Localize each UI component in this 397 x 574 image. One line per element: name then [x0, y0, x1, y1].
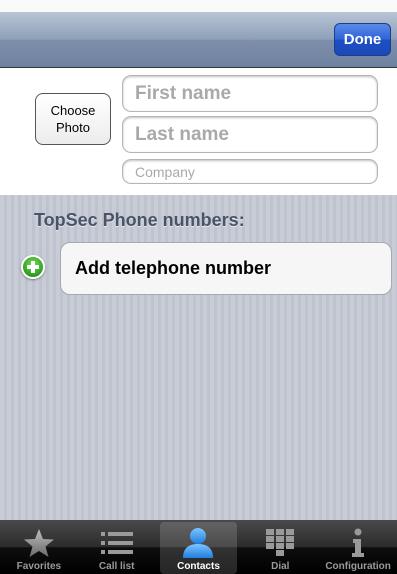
- tab-label: Contacts: [177, 561, 220, 572]
- info-icon: [341, 527, 375, 559]
- list-icon: [100, 527, 134, 559]
- last-name-field[interactable]: Last name: [122, 116, 378, 153]
- choose-photo-label: Choose Photo: [50, 103, 96, 135]
- tab-configuration[interactable]: Configuration: [319, 520, 397, 574]
- add-telephone-number-button[interactable]: Add telephone number: [60, 242, 392, 295]
- first-name-field[interactable]: First name: [122, 75, 378, 112]
- tab-contacts[interactable]: Contacts: [159, 522, 238, 574]
- tab-label: Dial: [271, 561, 290, 572]
- choose-photo-button[interactable]: Choose Photo: [35, 93, 111, 145]
- tab-bar: Favorites Call list Contacts Dial Config…: [0, 520, 397, 574]
- navigation-bar: Done: [0, 12, 397, 68]
- tab-label: Call list: [98, 561, 135, 572]
- star-icon: [22, 527, 56, 559]
- done-button[interactable]: Done: [334, 23, 391, 56]
- person-icon: [181, 527, 215, 559]
- tab-dial[interactable]: Dial: [241, 520, 319, 574]
- phone-numbers-section: TopSec Phone numbers: Add telephone numb…: [0, 195, 397, 520]
- keypad-icon: [263, 527, 297, 559]
- company-field[interactable]: Company: [122, 159, 378, 184]
- section-title: TopSec Phone numbers:: [34, 210, 245, 230]
- status-strip: [0, 0, 397, 12]
- tab-call-list[interactable]: Call list: [78, 520, 156, 574]
- tab-favorites[interactable]: Favorites: [0, 520, 78, 574]
- tab-label: Favorites: [16, 561, 62, 572]
- tab-label: Configuration: [325, 561, 391, 572]
- contact-name-section: Choose Photo First name Last name Compan…: [0, 68, 397, 195]
- add-circle-icon[interactable]: [21, 255, 45, 279]
